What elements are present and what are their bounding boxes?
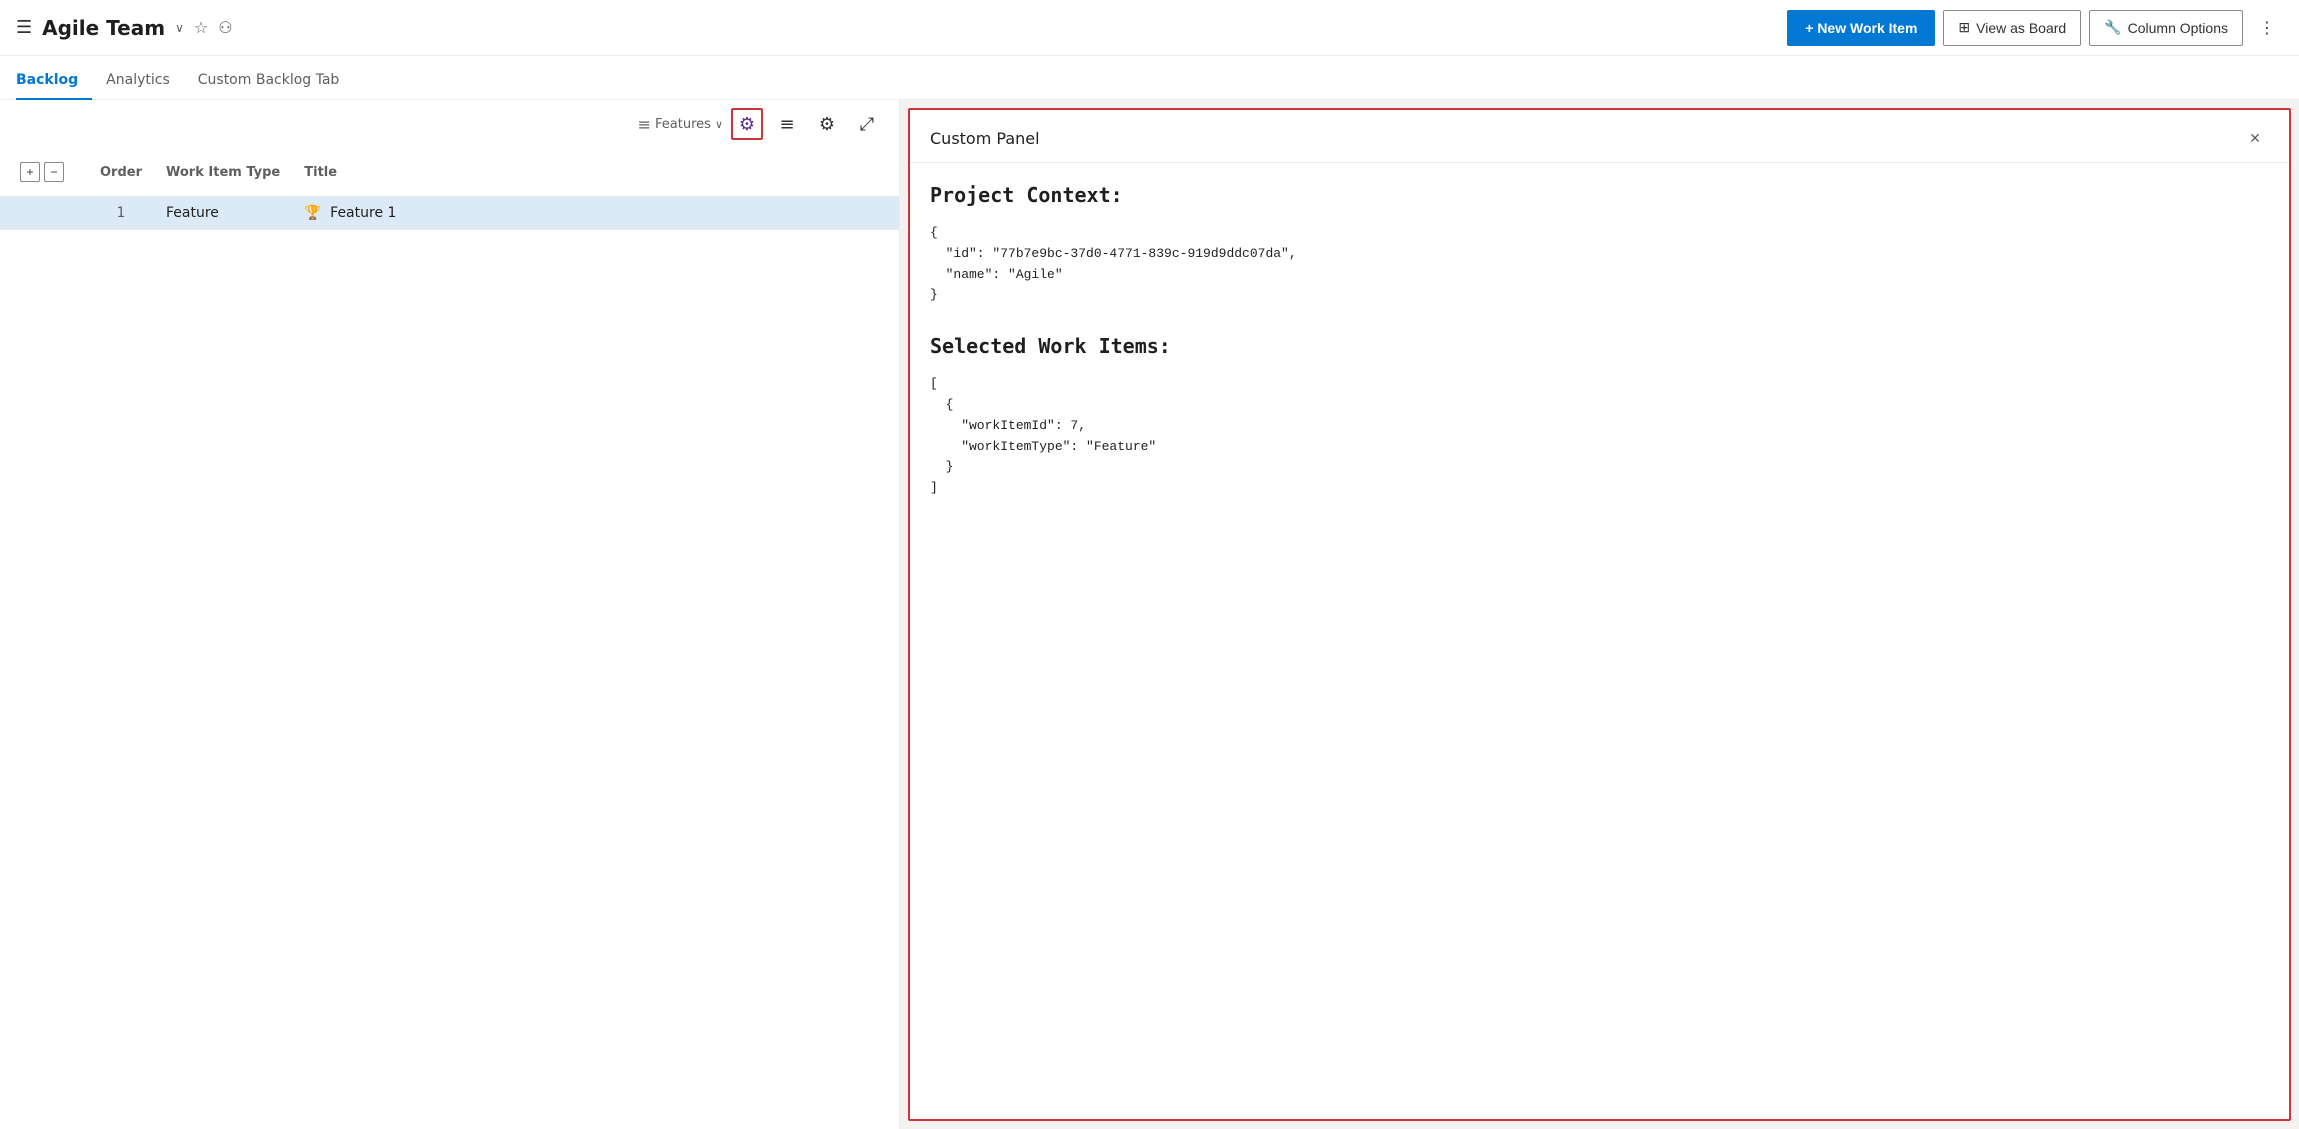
selected-work-items-heading: Selected Work Items: — [930, 334, 2269, 358]
board-icon: ⊞ — [1958, 19, 1970, 36]
top-header: ☰ Agile Team ∨ ☆ ⚇ + New Work Item ⊞ Vie… — [0, 0, 2299, 56]
title-text: Feature 1 — [330, 205, 396, 221]
project-context-code: { "id": "77b7e9bc-37d0-4771-839c-919d9dd… — [930, 223, 2269, 306]
title-column-header: Title — [292, 148, 899, 197]
features-chevron-icon: ∨ — [715, 118, 723, 131]
filter-active-button[interactable]: ⚙ — [731, 108, 763, 140]
column-options-button[interactable]: 🔧 Column Options — [2089, 10, 2243, 46]
tab-custom-backlog[interactable]: Custom Backlog Tab — [198, 62, 354, 100]
backlog-table: + − Order Work Item Type Title 1 Feature — [0, 148, 899, 1129]
hamburger-icon[interactable]: ☰ — [16, 17, 32, 38]
expand-button[interactable]: ⤢ — [851, 108, 883, 140]
tab-backlog[interactable]: Backlog — [16, 62, 92, 100]
work-item-type-column-header: Work Item Type — [154, 148, 292, 197]
view-as-board-button[interactable]: ⊞ View as Board — [1943, 10, 2081, 46]
panel-body: Project Context: { "id": "77b7e9bc-37d0-… — [910, 163, 2289, 1119]
selected-work-items-code: [ { "workItemId": 7, "workItemType": "Fe… — [930, 374, 2269, 499]
project-context-heading: Project Context: — [930, 183, 2269, 207]
tab-analytics[interactable]: Analytics — [106, 62, 184, 100]
team-people-icon[interactable]: ⚇ — [218, 18, 232, 37]
add-row-button[interactable]: + — [20, 162, 40, 182]
table-row[interactable]: 1 Feature 🏆 Feature 1 — [0, 197, 899, 230]
group-lines-icon: ≡ — [638, 115, 651, 134]
sort-button[interactable]: ≡ — [771, 108, 803, 140]
new-work-item-button[interactable]: + New Work Item — [1787, 10, 1935, 46]
close-panel-button[interactable]: ✕ — [2241, 124, 2269, 152]
custom-panel: Custom Panel ✕ Project Context: { "id": … — [908, 108, 2291, 1121]
panel-header: Custom Panel ✕ — [910, 110, 2289, 163]
add-remove-controls: + − — [8, 156, 76, 188]
backlog-panel: ≡ Features ∨ ⚙ ≡ ⚙ ⤢ + − — [0, 100, 900, 1129]
settings-button[interactable]: ⚙ — [811, 108, 843, 140]
tabs-bar: Backlog Analytics Custom Backlog Tab — [0, 56, 2299, 100]
header-right: + New Work Item ⊞ View as Board 🔧 Column… — [1787, 10, 2283, 46]
main-content: ≡ Features ∨ ⚙ ≡ ⚙ ⤢ + − — [0, 100, 2299, 1129]
features-label: Features — [655, 117, 711, 132]
team-title: Agile Team — [42, 16, 165, 40]
row-selector — [0, 197, 88, 230]
trophy-icon: 🏆 — [304, 205, 321, 221]
order-column-header: Order — [88, 148, 154, 197]
panel-title: Custom Panel — [930, 129, 1040, 148]
order-cell: 1 — [88, 197, 154, 230]
title-cell: 🏆 Feature 1 — [292, 197, 899, 230]
features-dropdown[interactable]: ≡ Features ∨ — [638, 115, 723, 134]
header-left: ☰ Agile Team ∨ ☆ ⚇ — [16, 16, 1787, 40]
work-item-type-cell: Feature — [154, 197, 292, 230]
chevron-down-icon[interactable]: ∨ — [175, 21, 184, 35]
star-icon[interactable]: ☆ — [194, 18, 208, 37]
remove-row-button[interactable]: − — [44, 162, 64, 182]
more-options-icon[interactable]: ⋮ — [2251, 14, 2283, 41]
wrench-icon: 🔧 — [2104, 19, 2121, 36]
column-options-label: Column Options — [2128, 20, 2228, 36]
view-as-board-label: View as Board — [1976, 20, 2066, 36]
toolbar-row: ≡ Features ∨ ⚙ ≡ ⚙ ⤢ — [0, 100, 899, 148]
